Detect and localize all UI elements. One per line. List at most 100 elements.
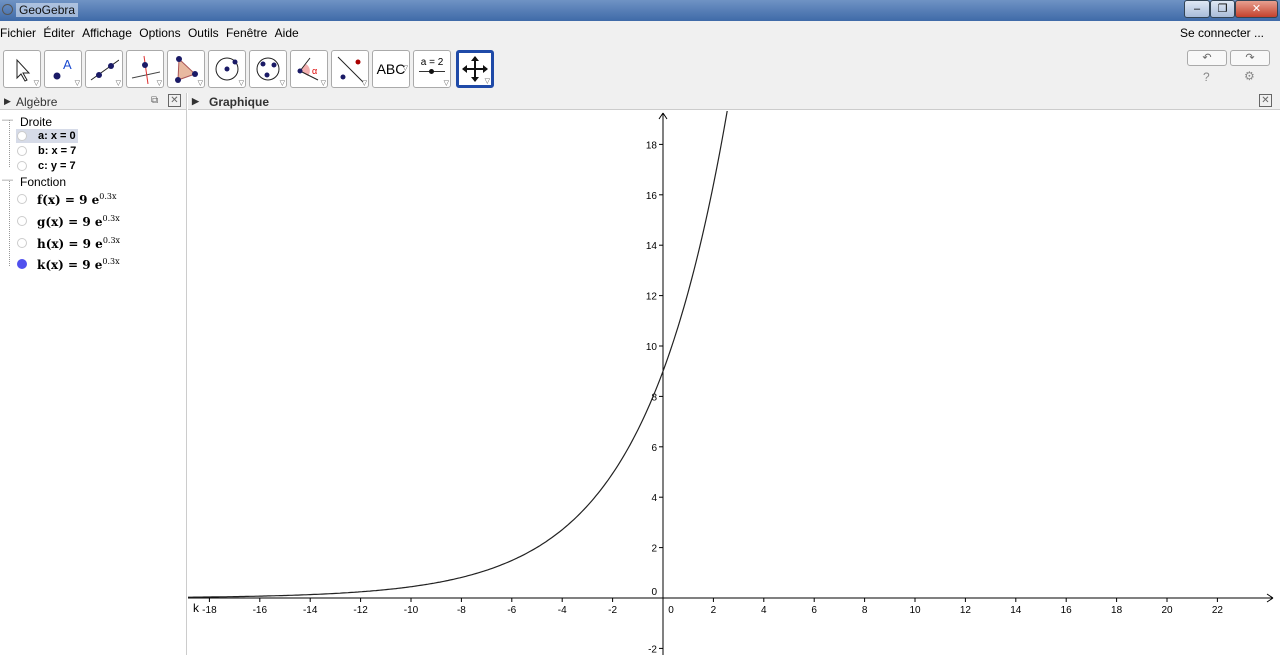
y-tick-label: 18 xyxy=(646,140,658,151)
tool-reflect[interactable]: ▽ xyxy=(331,50,369,88)
x-tick-label: -14 xyxy=(303,605,318,616)
x-tick-label: 10 xyxy=(909,605,921,616)
minimize-button[interactable]: – xyxy=(1184,0,1210,18)
visibility-toggle[interactable] xyxy=(17,259,27,269)
line-a[interactable]: a: x = 0 xyxy=(38,130,76,142)
svg-text:α: α xyxy=(312,66,317,76)
x-tick-label: -10 xyxy=(404,605,419,616)
tool-text[interactable]: ABC ▽ xyxy=(372,50,410,88)
menu-fichier[interactable]: Fichier xyxy=(0,21,40,40)
title-bar: GeoGebra – ❐ ✕ xyxy=(0,0,1280,21)
geogebra-logo-icon xyxy=(2,4,13,15)
close-view-icon[interactable]: ✕ xyxy=(168,94,181,107)
function-f[interactable]: f(x) = 9 e0.3x xyxy=(37,192,117,207)
slider-tool-label: a = 2 xyxy=(420,57,444,68)
x-tick-label: 0 xyxy=(668,605,674,616)
point-icon: A xyxy=(53,57,72,80)
undock-icon[interactable]: ⧉ xyxy=(151,95,158,106)
x-tick-label: -2 xyxy=(608,605,617,616)
tool-move[interactable]: ▽ xyxy=(3,50,41,88)
y-tick-label: 14 xyxy=(646,241,658,252)
tool-slider[interactable]: a = 2 ▽ xyxy=(413,50,451,88)
tool-circle-3pts[interactable]: ▽ xyxy=(249,50,287,88)
menu-fenetre[interactable]: Fenêtre xyxy=(226,21,271,40)
y-tick-label: 16 xyxy=(646,191,658,202)
function-k-curve xyxy=(188,111,728,598)
x-tick-label: 6 xyxy=(811,605,817,616)
algebra-title: Algèbre xyxy=(16,95,58,109)
help-icon[interactable]: ? xyxy=(1203,70,1210,84)
function-h[interactable]: h(x) = 9 e0.3x xyxy=(37,236,120,251)
circle-three-points-icon xyxy=(256,57,280,81)
x-tick-label: -12 xyxy=(353,605,368,616)
graphics-view[interactable]: ▶ Graphique ✕ -18 -16 -14 -12 -10 -8 -6 -4 -2 0 2 4… xyxy=(188,93,1280,655)
menu-outils[interactable]: Outils xyxy=(188,21,223,40)
tool-angle[interactable]: α ▽ xyxy=(290,50,328,88)
algebra-header: ▶ Algèbre ⧉ ✕ xyxy=(0,93,186,110)
menu-options[interactable]: Options xyxy=(139,21,184,40)
x-tick-label: 12 xyxy=(960,605,972,616)
settings-gear-icon[interactable]: ⚙ xyxy=(1244,69,1255,83)
arrow-cursor-icon xyxy=(16,58,31,82)
text-tool-label: ABC xyxy=(376,61,406,77)
circle-center-icon xyxy=(215,57,239,81)
x-tick-label: -18 xyxy=(202,605,217,616)
x-tick-label: 18 xyxy=(1111,605,1123,616)
group-fonction[interactable]: Fonction xyxy=(20,175,66,189)
collapse-triangle-icon[interactable]: ▶ xyxy=(192,96,199,107)
toolbar: ▽ A ▽ ▽ ▽ ▽ ▽ ▽ α ▽ ▽ ABC ▽ a = 2 ▽ ▽ ↶ ↷ ? … xyxy=(0,45,1280,93)
maximize-button[interactable]: ❐ xyxy=(1210,0,1235,18)
undo-button[interactable]: ↶ xyxy=(1187,50,1227,66)
visibility-toggle[interactable] xyxy=(17,146,27,156)
x-tick-label: -8 xyxy=(457,605,466,616)
reflect-icon xyxy=(337,56,364,83)
x-tick-label: -16 xyxy=(253,605,268,616)
y-tick-label: 4 xyxy=(651,493,657,504)
close-view-icon[interactable]: ✕ xyxy=(1259,94,1272,107)
x-tick-label: 14 xyxy=(1010,605,1022,616)
y-tick-label: 2 xyxy=(651,544,657,555)
line-icon xyxy=(90,59,119,81)
x-tick-label: 22 xyxy=(1212,605,1224,616)
slider-icon xyxy=(419,69,445,74)
y-tick-label: 6 xyxy=(651,443,657,454)
x-tick-label: 16 xyxy=(1061,605,1073,616)
x-tick-label: 8 xyxy=(862,605,868,616)
group-droite[interactable]: Droite xyxy=(20,115,52,129)
menu-bar: Fichier Éditer Affichage Options Outils … xyxy=(0,21,1280,45)
tool-polygon[interactable]: ▽ xyxy=(167,50,205,88)
visibility-toggle[interactable] xyxy=(17,194,27,204)
tool-circle[interactable]: ▽ xyxy=(208,50,246,88)
x-tick-label: 4 xyxy=(761,605,767,616)
y-tick-label: 12 xyxy=(646,292,658,303)
collapse-triangle-icon[interactable]: ▶ xyxy=(4,96,11,107)
function-k[interactable]: k(x) = 9 e0.3x xyxy=(37,257,120,272)
curve-label: k xyxy=(193,601,200,615)
tool-line[interactable]: ▽ xyxy=(85,50,123,88)
x-tick-label: 2 xyxy=(711,605,717,616)
menu-editer[interactable]: Éditer xyxy=(43,21,78,40)
graphics-canvas[interactable]: -18 -16 -14 -12 -10 -8 -6 -4 -2 0 2 4 6 8 10 12 14 16 18 20… xyxy=(188,111,1280,655)
menu-affichage[interactable]: Affichage xyxy=(82,21,136,40)
tool-perpendicular[interactable]: ▽ xyxy=(126,50,164,88)
visibility-toggle[interactable] xyxy=(17,131,27,141)
x-tick-label: -4 xyxy=(558,605,567,616)
tool-point[interactable]: A ▽ xyxy=(44,50,82,88)
close-button[interactable]: ✕ xyxy=(1235,0,1278,18)
line-c[interactable]: c: y = 7 xyxy=(38,160,76,172)
sign-in-link[interactable]: Se connecter ... xyxy=(1180,21,1268,40)
line-b[interactable]: b: x = 7 xyxy=(38,145,76,157)
x-tick-label: -6 xyxy=(507,605,516,616)
angle-icon: α xyxy=(297,57,319,81)
visibility-toggle[interactable] xyxy=(17,161,27,171)
algebra-view: ▶ Algèbre ⧉ ✕ — Droite a: x = 0 b: x = 7… xyxy=(0,93,187,655)
redo-button[interactable]: ↷ xyxy=(1230,50,1270,66)
graphics-header: ▶ Graphique ✕ xyxy=(188,93,1280,110)
graphics-title: Graphique xyxy=(209,95,270,109)
visibility-toggle[interactable] xyxy=(17,216,27,226)
svg-text:A: A xyxy=(63,57,72,72)
menu-aide[interactable]: Aide xyxy=(275,21,303,40)
visibility-toggle[interactable] xyxy=(17,238,27,248)
tool-move-graphics[interactable]: ▽ xyxy=(456,50,494,88)
function-g[interactable]: g(x) = 9 e0.3x xyxy=(37,214,120,229)
